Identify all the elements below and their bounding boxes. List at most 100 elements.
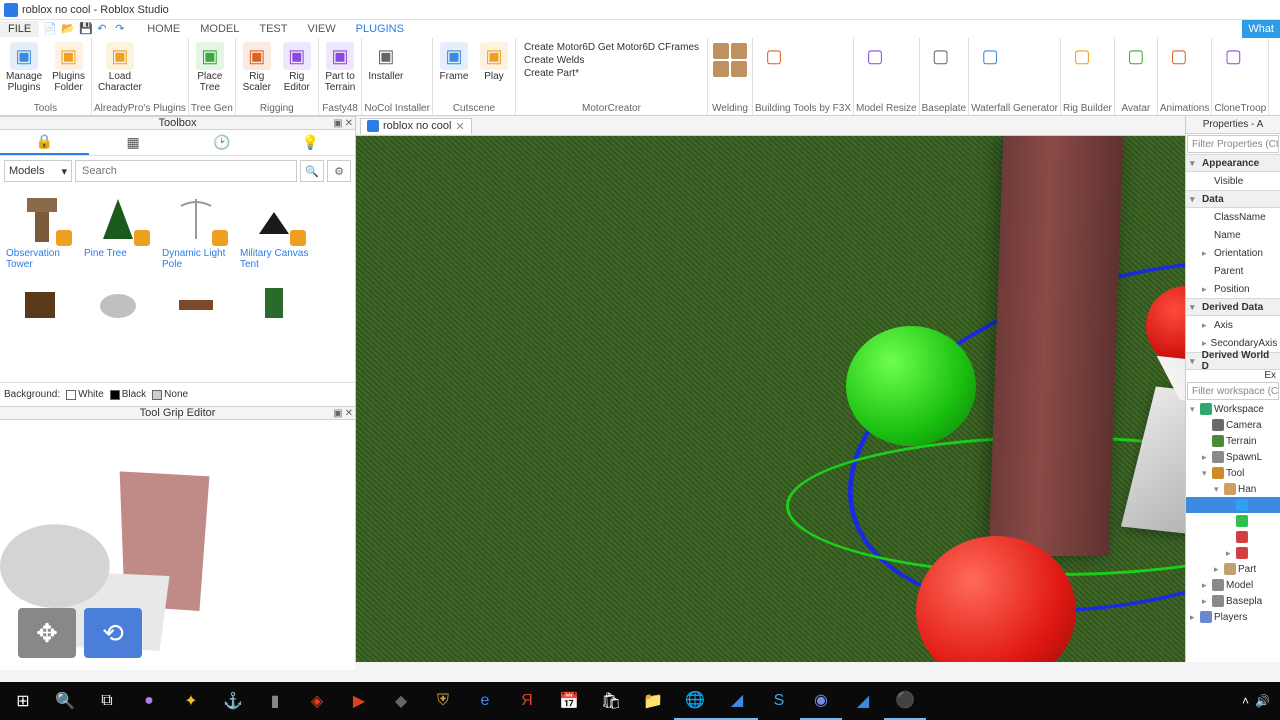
- toolbox-close-icon[interactable]: ✕: [345, 118, 353, 129]
- property-row[interactable]: Visible: [1186, 172, 1280, 190]
- tree-item[interactable]: ▸Players: [1186, 609, 1280, 625]
- app-icon[interactable]: ◢: [842, 682, 884, 720]
- ribbon-button[interactable]: ▢: [1160, 40, 1198, 73]
- app-icon[interactable]: ▶: [338, 682, 380, 720]
- toolbox-tab-marketplace[interactable]: 🔒: [0, 130, 89, 155]
- toolbox-tab-inventory[interactable]: ▦: [89, 130, 178, 155]
- app-icon[interactable]: ✦: [170, 682, 212, 720]
- chevron-down-icon[interactable]: ▾: [1202, 468, 1210, 479]
- tge-close-icon[interactable]: ✕: [345, 408, 353, 419]
- property-row[interactable]: ClassName: [1186, 208, 1280, 226]
- toolbox-search-input[interactable]: [75, 160, 297, 182]
- tree-item[interactable]: ▾Workspace: [1186, 401, 1280, 417]
- property-category[interactable]: ▾Derived Data: [1186, 298, 1280, 316]
- handle-green-left[interactable]: [846, 326, 976, 446]
- ribbon-button[interactable]: ▢: [856, 40, 894, 73]
- property-category[interactable]: ▾Data: [1186, 190, 1280, 208]
- chevron-right-icon[interactable]: ▸: [1202, 580, 1210, 591]
- tree-item[interactable]: ▾Han: [1186, 481, 1280, 497]
- store-icon[interactable]: 🛍: [590, 682, 632, 720]
- toolbox-item[interactable]: Observation Tower: [6, 190, 82, 270]
- ribbon-button[interactable]: ▢: [1214, 40, 1252, 73]
- toolbox-item[interactable]: [84, 274, 160, 332]
- ribbon-button[interactable]: ▢: [971, 40, 1009, 73]
- tree-item[interactable]: ▸Model: [1186, 577, 1280, 593]
- document-tab[interactable]: roblox no cool ✕: [360, 118, 472, 134]
- property-row[interactable]: ▸Axis: [1186, 316, 1280, 334]
- property-category[interactable]: ▾Appearance: [1186, 154, 1280, 172]
- chevron-right-icon[interactable]: ▸: [1202, 452, 1210, 463]
- ribbon-button[interactable]: ▢: [1117, 40, 1155, 73]
- whats-new-button[interactable]: What: [1242, 20, 1280, 38]
- tree-item[interactable]: [1186, 529, 1280, 545]
- search-icon[interactable]: 🔍: [300, 160, 324, 182]
- roblox-studio-icon[interactable]: ◢: [716, 682, 758, 720]
- qat-save-icon[interactable]: 💾: [79, 22, 93, 36]
- tab-model[interactable]: MODEL: [190, 21, 249, 37]
- weld-icon[interactable]: [731, 43, 747, 59]
- property-row[interactable]: Name: [1186, 226, 1280, 244]
- ribbon-button[interactable]: ▣Installer: [364, 40, 407, 84]
- property-row[interactable]: ▸Orientation: [1186, 244, 1280, 262]
- ribbon-stack-item[interactable]: Create Part*: [524, 67, 699, 80]
- tab-plugins[interactable]: PLUGINS: [346, 21, 414, 37]
- toolbox-item[interactable]: [162, 274, 238, 332]
- qat-open-icon[interactable]: 📂: [61, 22, 75, 36]
- tree-item[interactable]: [1186, 513, 1280, 529]
- chevron-down-icon[interactable]: ▾: [1190, 404, 1198, 415]
- tree-item[interactable]: [1186, 497, 1280, 513]
- tree-item[interactable]: ▸: [1186, 545, 1280, 561]
- toolbox-item[interactable]: [6, 274, 82, 332]
- toolbox-tab-creations[interactable]: 💡: [266, 130, 355, 155]
- task-view-icon[interactable]: ⧉: [86, 682, 128, 720]
- tge-pin-icon[interactable]: ▣: [333, 408, 342, 419]
- app-icon[interactable]: ●: [128, 682, 170, 720]
- chevron-down-icon[interactable]: ▾: [1214, 484, 1222, 495]
- volume-icon[interactable]: 🔊: [1255, 694, 1270, 708]
- bg-none-option[interactable]: None: [152, 389, 188, 400]
- tge-rotate-button[interactable]: ⟲: [84, 608, 142, 658]
- property-row[interactable]: ▸Position: [1186, 280, 1280, 298]
- ribbon-button[interactable]: ▣RigEditor: [278, 40, 316, 95]
- chevron-right-icon[interactable]: ▸: [1214, 564, 1222, 575]
- property-category[interactable]: ▾Derived World D: [1186, 352, 1280, 370]
- tree-item[interactable]: ▸Part: [1186, 561, 1280, 577]
- chrome-icon[interactable]: 🌐: [674, 682, 716, 720]
- properties-filter-input[interactable]: Filter Properties (Ct: [1187, 135, 1279, 153]
- tab-home[interactable]: HOME: [137, 21, 190, 37]
- tge-viewport[interactable]: ✥ ⟲: [0, 420, 355, 670]
- ribbon-button[interactable]: ▢: [755, 40, 793, 73]
- ribbon-button[interactable]: ▣Frame: [435, 40, 473, 84]
- 3d-viewport[interactable]: [356, 136, 1185, 662]
- ribbon-button[interactable]: ▣LoadCharacter: [94, 40, 146, 95]
- app-icon[interactable]: ▮: [254, 682, 296, 720]
- edge-icon[interactable]: e: [464, 682, 506, 720]
- app-icon[interactable]: ⚓: [212, 682, 254, 720]
- ribbon-stack-item[interactable]: Create Motor6D Get Motor6D CFrames: [524, 41, 699, 54]
- explorer-icon[interactable]: 📁: [632, 682, 674, 720]
- weld-icon[interactable]: [713, 43, 729, 59]
- part-pillar[interactable]: [989, 136, 1124, 556]
- toolbox-pin-icon[interactable]: ▣: [333, 118, 342, 129]
- weld-icon[interactable]: [713, 61, 729, 77]
- ribbon-button[interactable]: ▣PlaceTree: [191, 40, 229, 95]
- tge-move-button[interactable]: ✥: [18, 608, 76, 658]
- property-row[interactable]: Parent: [1186, 262, 1280, 280]
- ribbon-button[interactable]: ▢: [922, 40, 960, 73]
- tree-item[interactable]: ▸Basepla: [1186, 593, 1280, 609]
- tab-test[interactable]: TEST: [249, 21, 297, 37]
- app-icon[interactable]: ⛨: [422, 682, 464, 720]
- app-icon[interactable]: ◆: [380, 682, 422, 720]
- obs-icon[interactable]: ⚫: [884, 682, 926, 720]
- toolbox-category-dropdown[interactable]: Models▾: [4, 160, 72, 182]
- tree-item[interactable]: ▸SpawnL: [1186, 449, 1280, 465]
- toolbox-item[interactable]: Pine Tree: [84, 190, 160, 270]
- chevron-right-icon[interactable]: ▸: [1202, 596, 1210, 607]
- explorer-filter-input[interactable]: Filter workspace (Ctr: [1187, 382, 1279, 400]
- bg-black-option[interactable]: Black: [110, 389, 146, 400]
- close-tab-icon[interactable]: ✕: [456, 120, 465, 133]
- qat-undo-icon[interactable]: ↶: [97, 22, 111, 36]
- toolbox-item[interactable]: [240, 274, 316, 332]
- tree-item[interactable]: Camera: [1186, 417, 1280, 433]
- tree-item[interactable]: ▾Tool: [1186, 465, 1280, 481]
